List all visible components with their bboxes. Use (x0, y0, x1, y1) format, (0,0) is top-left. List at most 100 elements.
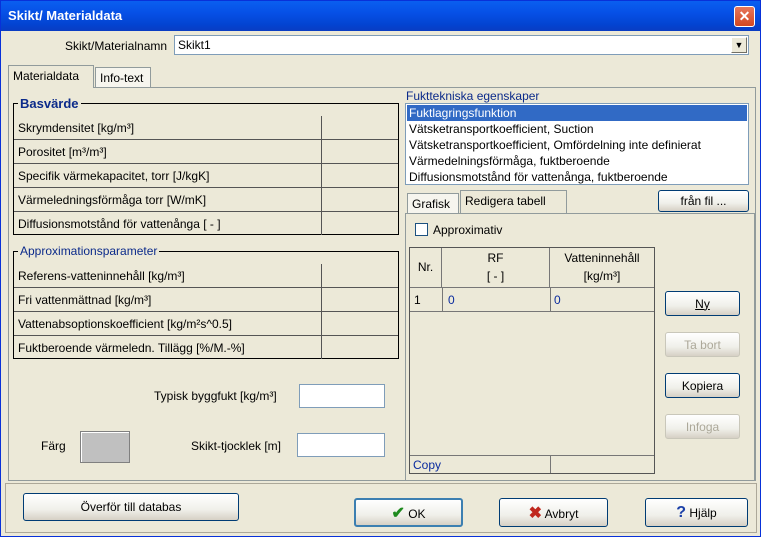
ny-button[interactable]: Ny (665, 291, 740, 316)
cell-rf[interactable]: 0 (448, 293, 455, 307)
cell-vatten[interactable]: 0 (554, 293, 561, 307)
approx-group: Approximationsparameter Referens-vatteni… (13, 244, 399, 360)
basvarde-row: Värmeledningsförmåga torr [W/mK] (14, 188, 398, 212)
column-header-rf: RF [ - ] (442, 248, 550, 288)
basvarde-row-value[interactable] (321, 140, 398, 163)
basvarde-row-value[interactable] (321, 212, 398, 235)
column-header-vatten: Vatteninnehåll [kg/m³] (550, 248, 654, 288)
basvarde-row-value[interactable] (321, 116, 398, 139)
avbryt-button[interactable]: ✖ Avbryt (499, 498, 608, 527)
column-divider (550, 288, 551, 311)
hjalp-button[interactable]: ? Hjälp (645, 498, 748, 527)
skikt-tjocklek-input[interactable] (297, 433, 385, 457)
approximativ-checkbox[interactable] (415, 223, 428, 236)
farg-label: Färg (41, 439, 66, 453)
list-item[interactable]: Diffusionsmotstånd för vattenånga, fuktb… (407, 169, 747, 185)
close-button[interactable]: ✕ (734, 6, 755, 27)
fran-fil-label: från fil ... (680, 194, 727, 208)
column-divider (550, 456, 551, 473)
tab-materialdata[interactable]: Materialdata (8, 65, 94, 88)
infoga-button[interactable]: Infoga (665, 414, 740, 439)
basvarde-row: Diffusionsmotstånd för vattenånga [ - ] (14, 212, 398, 236)
copy-footer-cell[interactable]: Copy (413, 458, 441, 472)
hjalp-label: Hjälp (689, 505, 717, 520)
basvarde-row-label: Skrymdensitet [kg/m³] (18, 121, 135, 135)
color-swatch-button[interactable] (80, 431, 130, 463)
approximativ-label: Approximativ (433, 223, 503, 237)
chevron-down-icon[interactable]: ▼ (731, 37, 747, 53)
avbryt-label: Avbryt (544, 506, 579, 521)
column-header-rf-text: RF (487, 251, 504, 265)
list-item[interactable]: Vätsketransportkoefficient, Omfördelning… (407, 137, 747, 153)
approx-row-label: Referens-vatteninnehåll [kg/m³] (18, 269, 185, 283)
help-icon: ? (676, 503, 687, 521)
skikt-tjocklek-label: Skikt-tjocklek [m] (191, 439, 282, 453)
ta-bort-button[interactable]: Ta bort (665, 332, 740, 357)
column-header-vatten-unit: [kg/m³] (583, 269, 621, 283)
basvarde-row-value[interactable] (321, 164, 398, 187)
approx-row: Fuktberoende värmeledn. Tillägg [%/M.-%] (14, 336, 398, 360)
material-name-combo[interactable]: Skikt1 ▼ (174, 35, 749, 55)
checkmark-icon: ✔ (391, 504, 405, 522)
fukt-listbox[interactable]: Fuktlagringsfunktion Vätsketransportkoef… (405, 103, 749, 185)
approx-row-value[interactable] (321, 288, 398, 311)
basvarde-row: Skrymdensitet [kg/m³] (14, 116, 398, 140)
overfor-button[interactable]: Överför till databas (23, 493, 239, 521)
basvarde-row-value[interactable] (321, 188, 398, 211)
material-name-label: Skikt/Materialnamn (65, 39, 168, 53)
cell-nr: 1 (414, 293, 421, 307)
basvarde-group: Basvärde Skrymdensitet [kg/m³] Porositet… (13, 96, 399, 236)
tab-grafisk[interactable]: Grafisk (407, 193, 459, 214)
column-header-rf-unit: [ - ] (486, 269, 505, 283)
approx-row-label: Vattenabsoptionskoefficient [kg/m²s^0.5] (18, 317, 232, 331)
avbryt-content: ✖ Avbryt (500, 503, 607, 523)
ok-content: ✔ OK (356, 503, 461, 523)
cancel-x-icon: ✖ (528, 504, 542, 522)
basvarde-row-label: Porositet [m³/m³] (18, 145, 107, 159)
basvarde-title: Basvärde (18, 96, 81, 111)
list-item[interactable]: Värmedelningsförmåga, fuktberoende (407, 153, 747, 169)
column-divider (442, 288, 443, 311)
infoga-label: Infoga (685, 419, 720, 434)
basvarde-row-label: Värmeledningsförmåga torr [W/mK] (18, 193, 207, 207)
data-table[interactable]: Nr. RF [ - ] Vatteninnehåll [kg/m³] 1 0 … (409, 247, 655, 474)
approx-row-value[interactable] (321, 264, 398, 287)
title-bar[interactable]: Skikt/ Materialdata ✕ (1, 1, 760, 31)
tab-redigera-tabell-label: Redigera tabell (465, 194, 546, 208)
hjalp-content: ? Hjälp (646, 504, 747, 522)
typisk-byggfukt-input[interactable] (299, 384, 385, 408)
column-header-vatten-text: Vatteninnehåll (564, 251, 640, 265)
typisk-byggfukt-label: Typisk byggfukt [kg/m³] (154, 389, 277, 403)
list-item[interactable]: Vätsketransportkoefficient, Suction (407, 121, 747, 137)
kopiera-button[interactable]: Kopiera (665, 373, 740, 398)
approx-row-label: Fuktberoende värmeledn. Tillägg [%/M.-%] (18, 341, 245, 355)
table-row[interactable]: 1 0 0 (410, 288, 654, 312)
basvarde-row-label: Diffusionsmotstånd för vattenånga [ - ] (18, 217, 221, 231)
basvarde-row-label: Specifik värmekapacitet, torr [J/kgK] (18, 169, 210, 183)
window-title: Skikt/ Materialdata (8, 8, 123, 23)
list-item[interactable]: Fuktlagringsfunktion (407, 105, 747, 121)
tab-info-text[interactable]: Info-text (95, 67, 151, 88)
tab-grafisk-label: Grafisk (412, 197, 451, 211)
ok-button[interactable]: ✔ OK (354, 498, 463, 527)
tab-info-text-label: Info-text (100, 71, 144, 85)
fran-fil-button[interactable]: från fil ... (658, 190, 749, 212)
basvarde-row: Specifik värmekapacitet, torr [J/kgK] (14, 164, 398, 188)
overfor-label: Överför till databas (80, 500, 182, 514)
approx-row: Fri vattenmättnad [kg/m³] (14, 288, 398, 312)
approx-title: Approximationsparameter (18, 244, 160, 258)
kopiera-label: Kopiera (681, 378, 724, 393)
approx-row: Vattenabsoptionskoefficient [kg/m²s^0.5] (14, 312, 398, 336)
approx-row-value[interactable] (321, 336, 398, 359)
approx-row-label: Fri vattenmättnad [kg/m³] (18, 293, 152, 307)
ok-label: OK (408, 506, 426, 521)
approx-row: Referens-vatteninnehåll [kg/m³] (14, 264, 398, 288)
dialog-window: Skikt/ Materialdata ✕ Skikt/Materialnamn… (0, 0, 761, 537)
fukt-title: Fukttekniska egenskaper (406, 89, 540, 103)
column-header-nr-text: Nr. (417, 260, 434, 274)
column-header-nr: Nr. (410, 248, 442, 288)
approx-row-value[interactable] (321, 312, 398, 335)
tab-redigera-tabell[interactable]: Redigera tabell (460, 190, 567, 213)
table-footer: Copy (410, 455, 654, 473)
basvarde-row: Porositet [m³/m³] (14, 140, 398, 164)
